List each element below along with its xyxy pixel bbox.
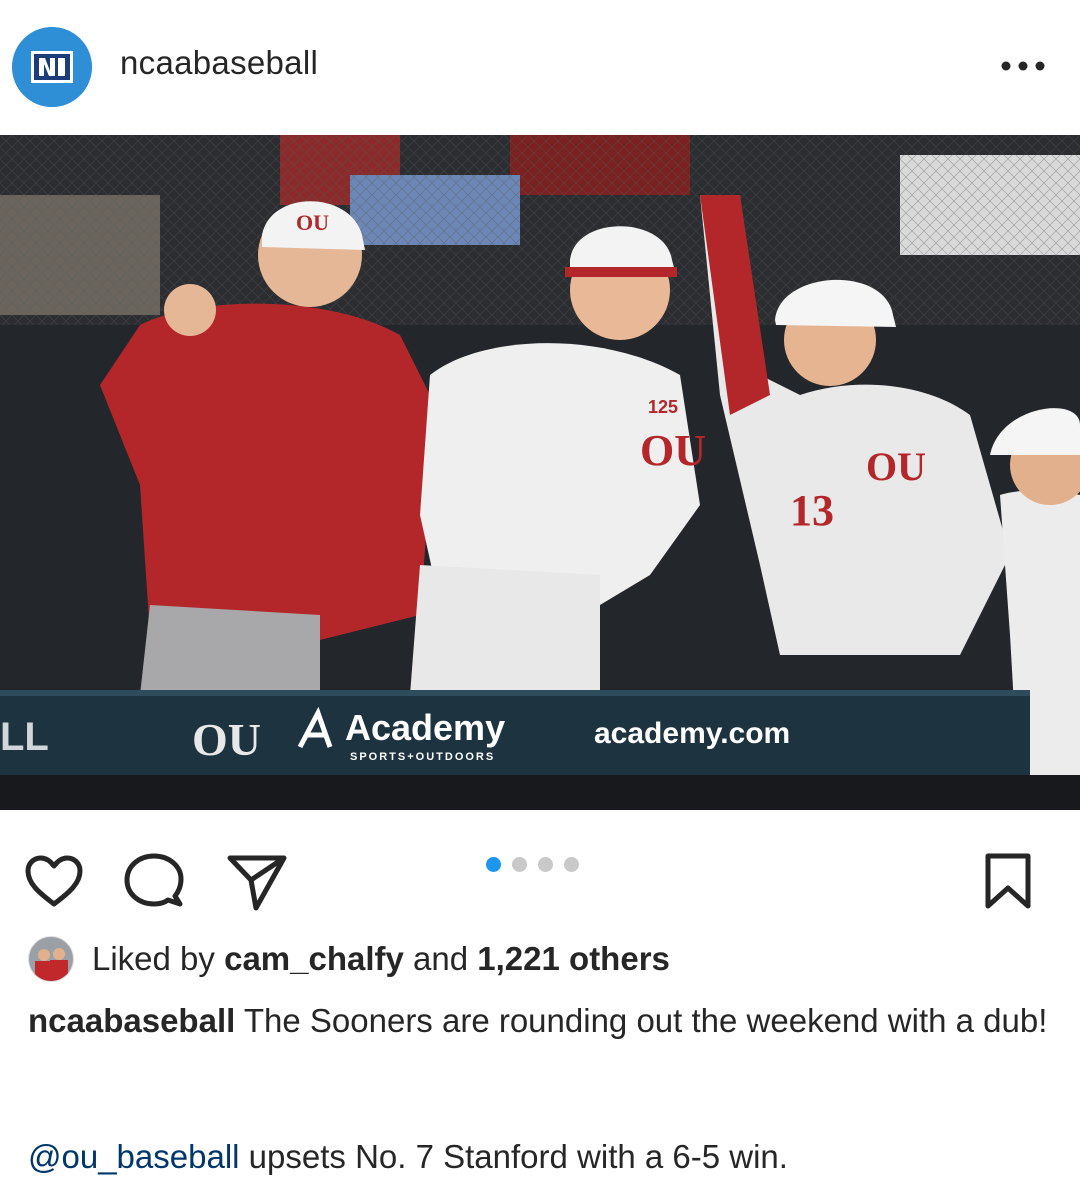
ad-ou-logo: OU — [192, 714, 261, 765]
cap-logo-1: OU — [296, 210, 329, 235]
more-options-button[interactable] — [995, 48, 1051, 84]
liker-avatar[interactable] — [28, 936, 74, 982]
likes-summary: Liked by cam_chalfy and 1,221 others — [28, 934, 670, 984]
ad-sponsor-sub: SPORTS+OUTDOORS — [350, 751, 495, 763]
carousel-dot-active — [486, 857, 501, 872]
jersey-number: 13 — [790, 486, 834, 535]
comment-icon — [124, 853, 184, 907]
carousel-dot — [564, 857, 579, 872]
carousel-dot — [512, 857, 527, 872]
caption-second-paragraph: @ou_baseball upsets No. 7 Stanford with … — [28, 1136, 1058, 1178]
bookmark-icon — [985, 853, 1031, 909]
caption-author-link[interactable]: ncaabaseball — [28, 1002, 235, 1039]
baseball-dugout-photo: RE OU OU 125 OU 13 LL OU Academy S — [0, 135, 1080, 810]
post-photo[interactable]: RE OU OU 125 OU 13 LL OU Academy S — [0, 135, 1080, 810]
likes-connector: and — [413, 940, 469, 977]
account-avatar[interactable] — [12, 27, 92, 107]
carousel-dot — [538, 857, 553, 872]
more-horizontal-icon — [1001, 61, 1045, 71]
likes-prefix: Liked by — [92, 940, 215, 977]
liker-photo-icon — [29, 937, 73, 981]
likes-others-link[interactable]: 1,221 others — [477, 940, 670, 977]
send-icon — [227, 855, 287, 911]
caption-mention-link[interactable]: @ou_baseball — [28, 1138, 240, 1175]
share-button[interactable] — [224, 850, 288, 914]
svg-text:OU: OU — [866, 444, 926, 489]
ad-sponsor: Academy — [345, 707, 505, 748]
ncaa-logo-icon — [12, 27, 92, 107]
post-username[interactable]: ncaabaseball — [120, 44, 318, 82]
caption-text-2: upsets No. 7 Stanford with a 6-5 win. — [248, 1138, 788, 1175]
like-button[interactable] — [22, 850, 86, 914]
post-header: ncaabaseball — [0, 0, 1080, 135]
likes-text: Liked by cam_chalfy and 1,221 others — [92, 940, 670, 978]
heart-icon — [25, 855, 83, 907]
comment-button[interactable] — [122, 850, 186, 914]
caption-text: The Sooners are rounding out the weekend… — [243, 1002, 1048, 1039]
anniversary-patch: 125 — [648, 397, 678, 417]
ad-left-text: LL — [0, 715, 49, 759]
first-liker-link[interactable]: cam_chalfy — [224, 940, 404, 977]
save-button[interactable] — [978, 850, 1042, 914]
post-caption: ncaabaseball The Sooners are rounding ou… — [28, 1000, 1058, 1042]
svg-text:OU: OU — [640, 426, 706, 475]
ad-site: academy.com — [594, 717, 790, 750]
carousel-indicator — [486, 857, 579, 872]
